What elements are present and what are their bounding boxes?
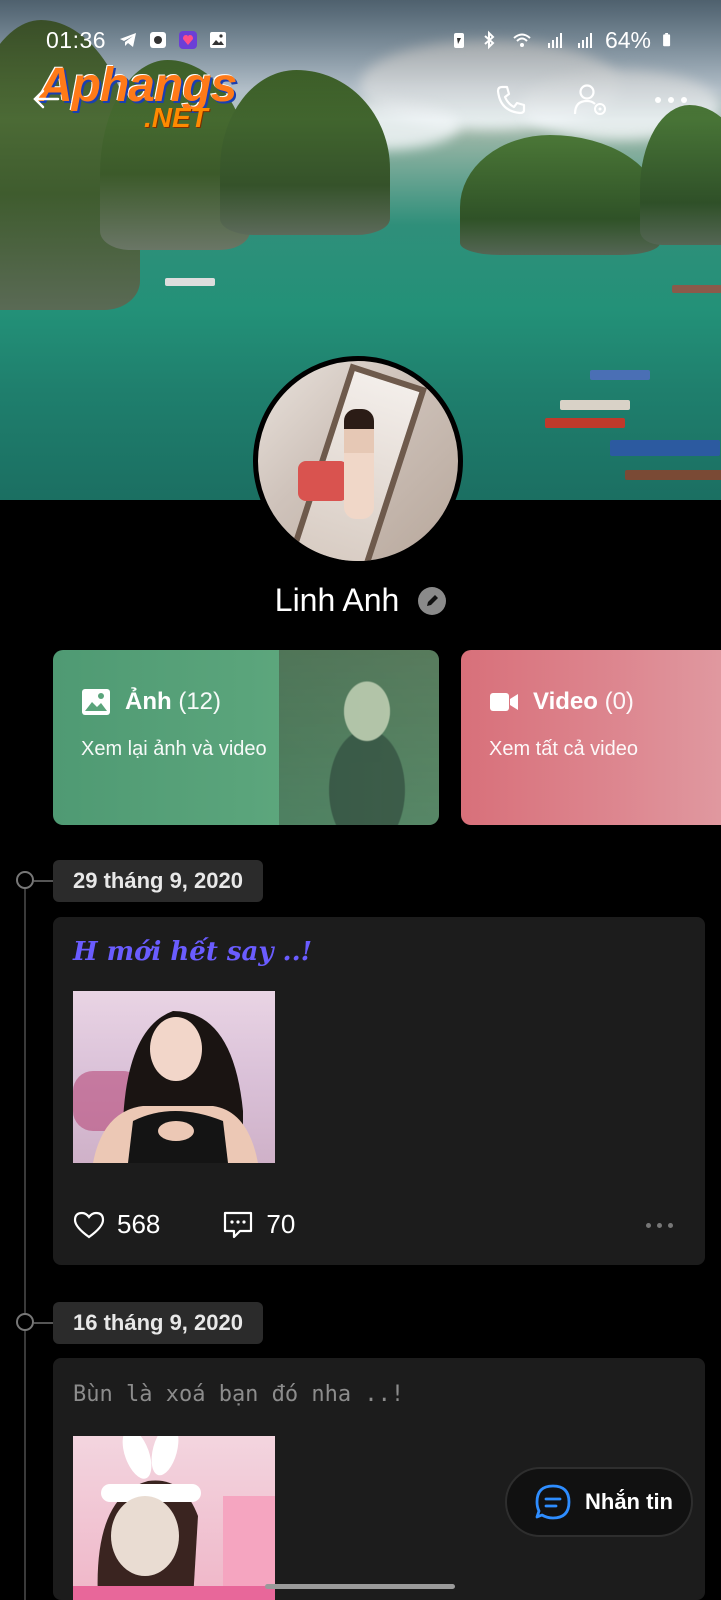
post-caption: Bùn là xoá bạn đó nha ..! [73,1382,405,1407]
comment-count: 70 [266,1209,296,1239]
timeline-dot [16,1313,34,1331]
videos-subtitle: Xem tất cả video [489,738,638,760]
timeline-connector [34,1322,54,1324]
site-logo: Aphangs .NET [36,58,256,138]
wifi-icon [513,33,531,47]
logo-suffix: .NET [144,102,208,133]
video-icon [490,693,518,711]
post-card[interactable]: H mới hết say ..! 568 70 [53,917,705,1265]
home-indicator[interactable] [265,1584,455,1589]
battery-saver-icon [453,33,464,48]
post-more-button[interactable] [646,1223,673,1228]
photos-card[interactable]: Ảnh (12) Xem lại ảnh và video [53,650,439,825]
profile-name-row: Linh Anh [0,582,721,619]
telegram-icon [120,33,137,47]
photos-subtitle: Xem lại ảnh và video [81,738,267,760]
battery-percent: 64% [604,26,651,53]
timeline-connector [34,880,54,882]
signal-icon [547,33,562,48]
post-caption: H mới hết say ..! [73,937,313,967]
videos-count: (0) [604,688,634,715]
videos-label: Video [533,688,598,715]
more-options-button[interactable] [651,80,691,120]
status-bar: 01:36 64% [0,22,721,58]
profile-settings-button[interactable] [571,80,611,120]
signal-icon-2 [577,33,592,48]
profile-name: Linh Anh [274,582,400,618]
photos-count: (12) [178,688,222,715]
post-photo-art [73,1011,258,1163]
bluetooth-icon [484,30,495,50]
phone-icon [496,85,526,115]
gallery-icon [210,32,227,48]
battery-icon [663,33,671,47]
videos-card[interactable]: Video (0) Xem tất cả video [461,650,721,825]
like-count: 568 [117,1209,161,1239]
timeline-line [24,880,26,1600]
comment-icon[interactable] [222,1210,254,1240]
post-date: 16 tháng 9, 2020 [53,1302,263,1344]
post-photo[interactable] [73,1436,275,1600]
user-settings-icon [573,84,606,115]
photos-label: Ảnh [125,688,172,715]
message-button-label: Nhắn tin [585,1489,673,1514]
post-photo-art [73,1436,275,1600]
app-badge-icon [179,31,198,49]
edit-icon[interactable] [418,587,447,615]
image-icon [82,689,110,715]
profile-avatar[interactable] [253,356,463,566]
photos-card-preview [279,650,439,825]
back-arrow-icon[interactable] [32,88,60,110]
timeline-dot [16,871,34,889]
app-icon [150,32,167,48]
more-icon [655,97,687,103]
status-time: 01:36 [46,26,107,53]
post-date: 29 tháng 9, 2020 [53,860,263,902]
chat-icon [535,1484,571,1520]
call-button[interactable] [491,80,531,120]
heart-icon[interactable] [73,1211,105,1239]
message-button[interactable]: Nhắn tin [505,1467,693,1537]
post-photo[interactable] [73,991,275,1163]
